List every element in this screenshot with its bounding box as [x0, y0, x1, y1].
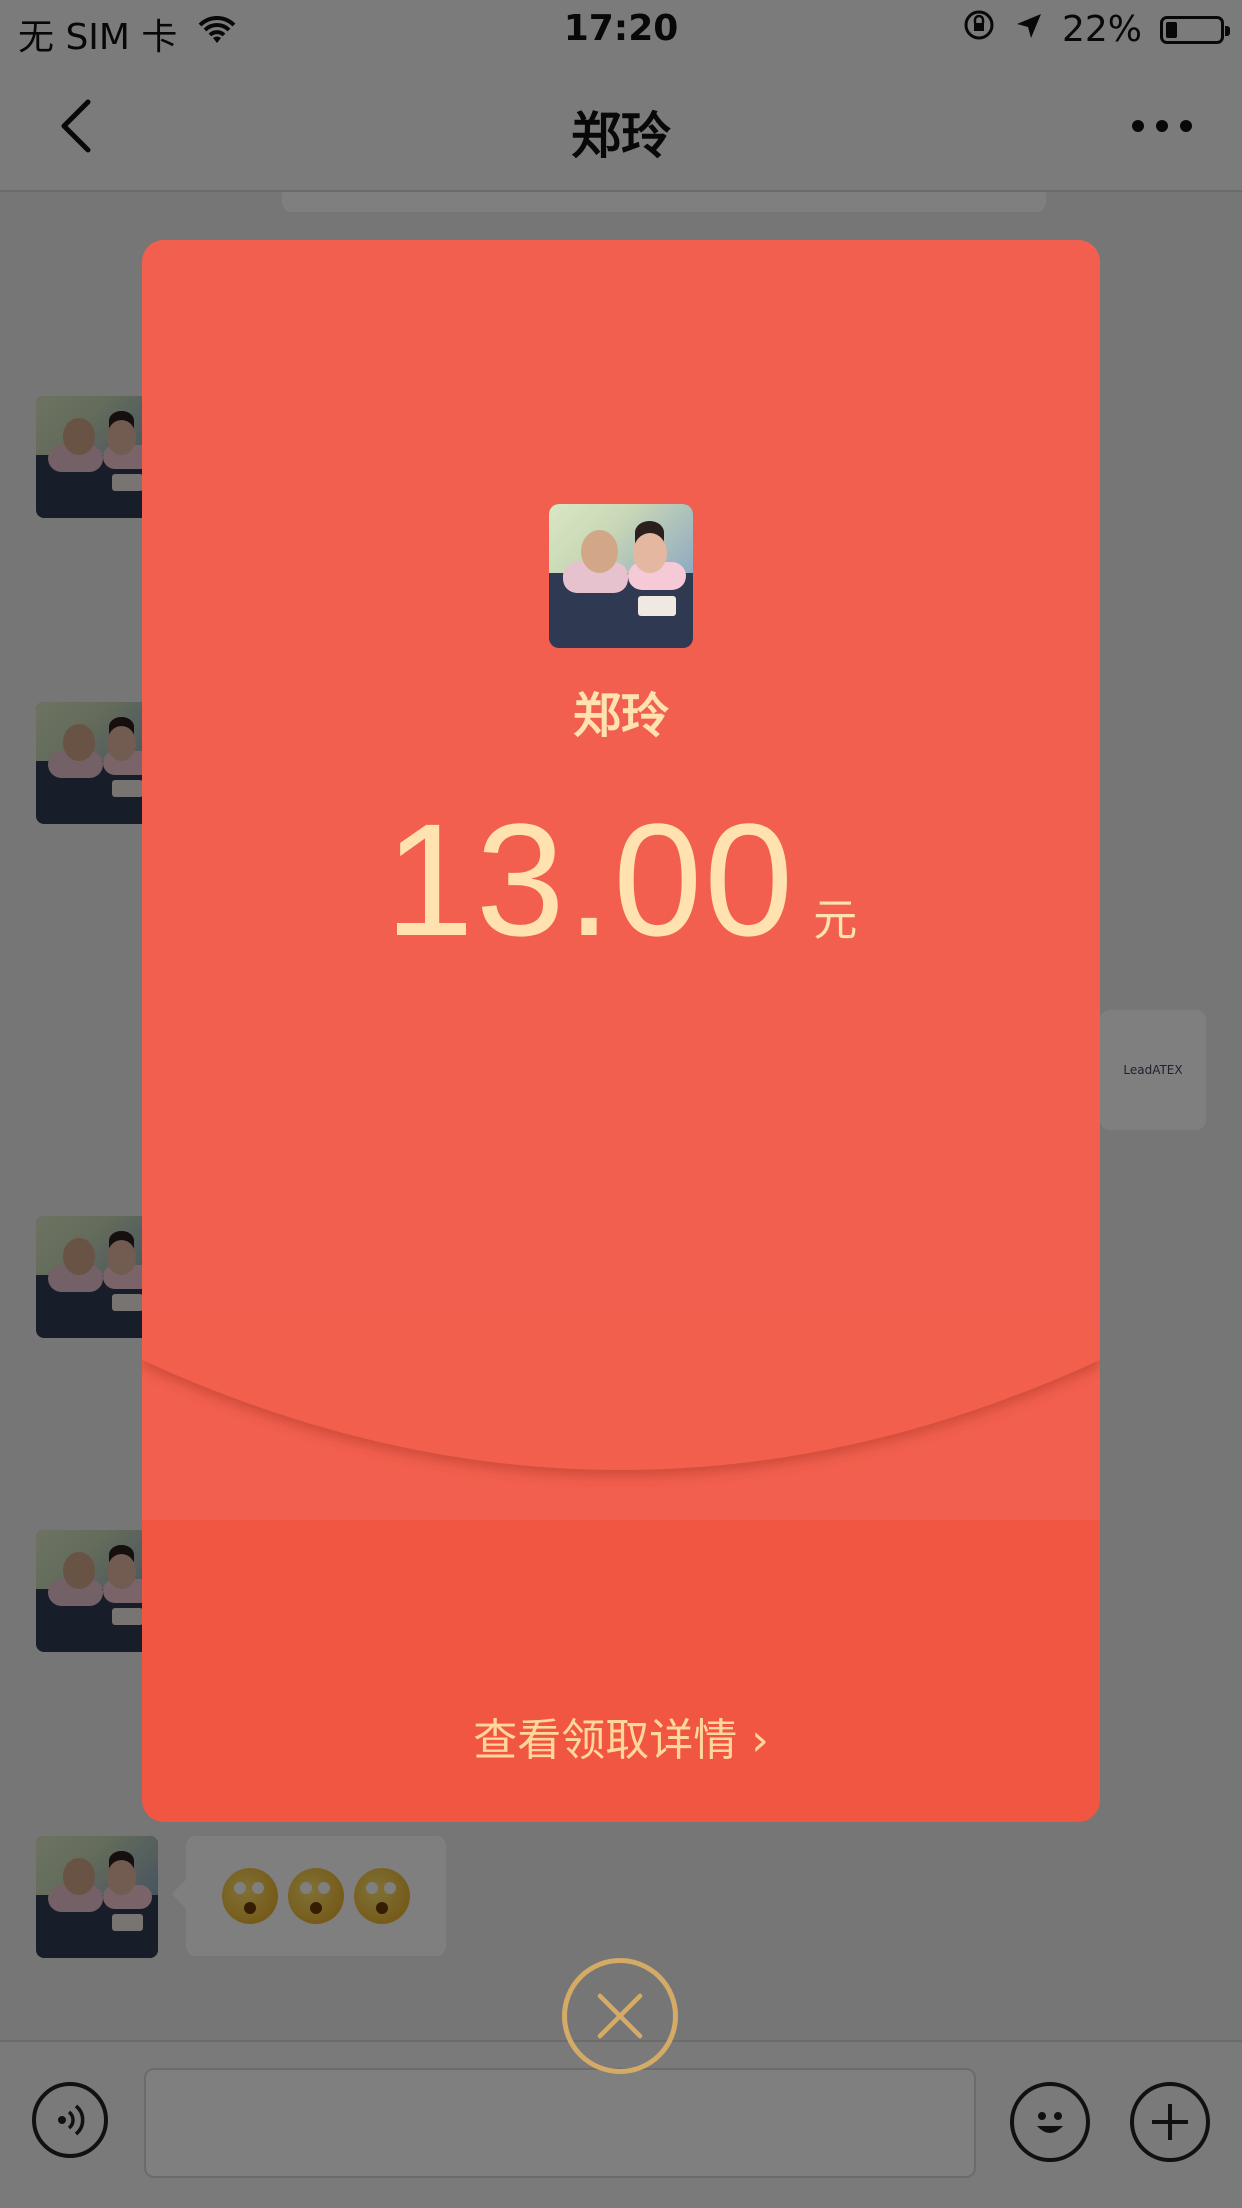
- packet-flap-curve: [142, 1320, 1100, 1740]
- amount-unit: 元: [813, 895, 858, 946]
- sender-avatar: [549, 504, 693, 648]
- close-button[interactable]: [562, 1958, 678, 2074]
- view-details-link[interactable]: 查看领取详情 ›: [142, 1704, 1100, 1768]
- avatar-photo: [549, 504, 693, 648]
- close-icon: [597, 1993, 643, 2039]
- amount-value: 13.00: [384, 790, 796, 969]
- red-packet-card: 郑玲 13.00 元 查看领取详情 ›: [142, 240, 1100, 1822]
- amount-row: 13.00 元: [142, 788, 1100, 972]
- sender-name: 郑玲: [572, 688, 669, 744]
